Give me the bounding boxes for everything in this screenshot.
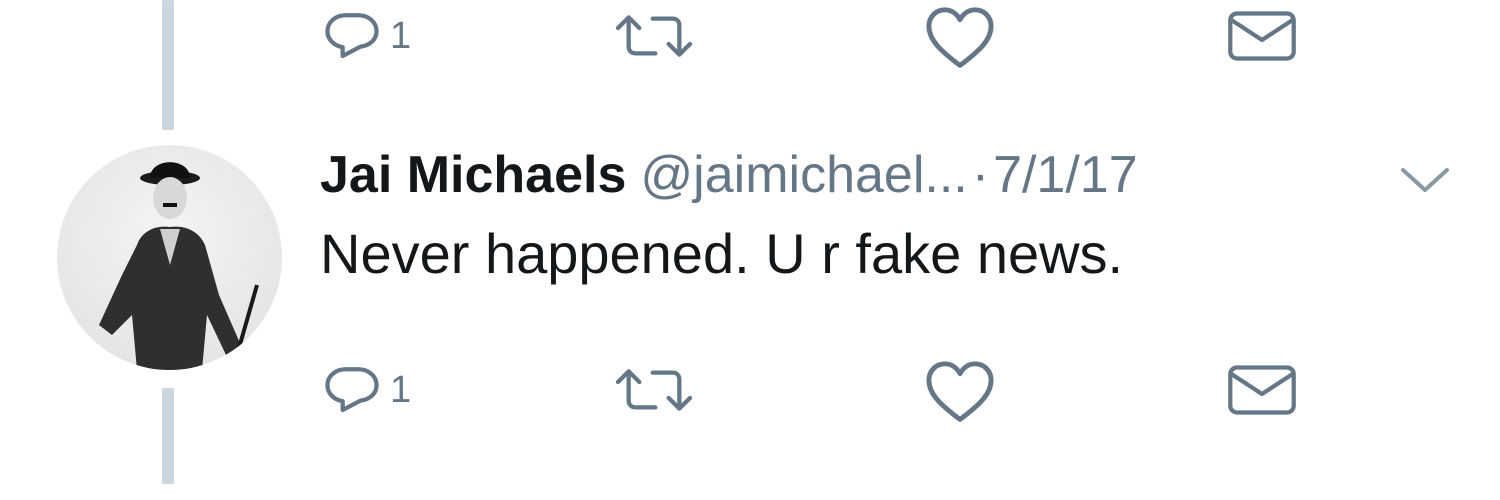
avatar-figure <box>99 162 259 370</box>
tweet-options-button[interactable] <box>1395 160 1455 200</box>
reply-button[interactable]: 1 <box>320 0 411 76</box>
reply-button[interactable]: 1 <box>320 350 411 430</box>
avatar[interactable] <box>57 145 282 370</box>
retweet-button[interactable] <box>610 350 698 430</box>
direct-message-button[interactable] <box>1225 350 1299 430</box>
retweet-button[interactable] <box>610 0 698 76</box>
tweet-action-bar: 1 <box>320 350 1320 430</box>
previous-tweet-action-bar: 1 <box>320 0 1320 76</box>
chevron-down-icon <box>1401 168 1449 192</box>
tweet-text: Never happened. U r fake news. <box>320 222 1124 285</box>
heart-icon <box>926 361 994 422</box>
like-button[interactable] <box>920 0 1000 76</box>
envelope-icon <box>1228 365 1296 415</box>
reply-icon <box>325 367 379 413</box>
heart-icon <box>926 7 994 68</box>
reply-icon <box>325 13 379 59</box>
author-handle[interactable]: @jaimichael... <box>640 149 967 201</box>
thread-connector-top <box>162 0 174 130</box>
envelope-icon <box>1228 11 1296 61</box>
author-name[interactable]: Jai Michaels <box>320 149 626 201</box>
retweet-icon <box>615 15 693 57</box>
thread-connector-bottom <box>162 388 174 484</box>
tweet-header: Jai Michaels @jaimichael... · 7/1/17 <box>320 140 1138 210</box>
reply-count: 1 <box>390 15 412 57</box>
like-button[interactable] <box>920 350 1000 430</box>
reply-count: 1 <box>390 369 412 411</box>
tweet-date[interactable]: 7/1/17 <box>993 149 1138 201</box>
direct-message-button[interactable] <box>1225 0 1299 76</box>
retweet-icon <box>615 369 693 411</box>
header-separator: · <box>971 146 990 204</box>
